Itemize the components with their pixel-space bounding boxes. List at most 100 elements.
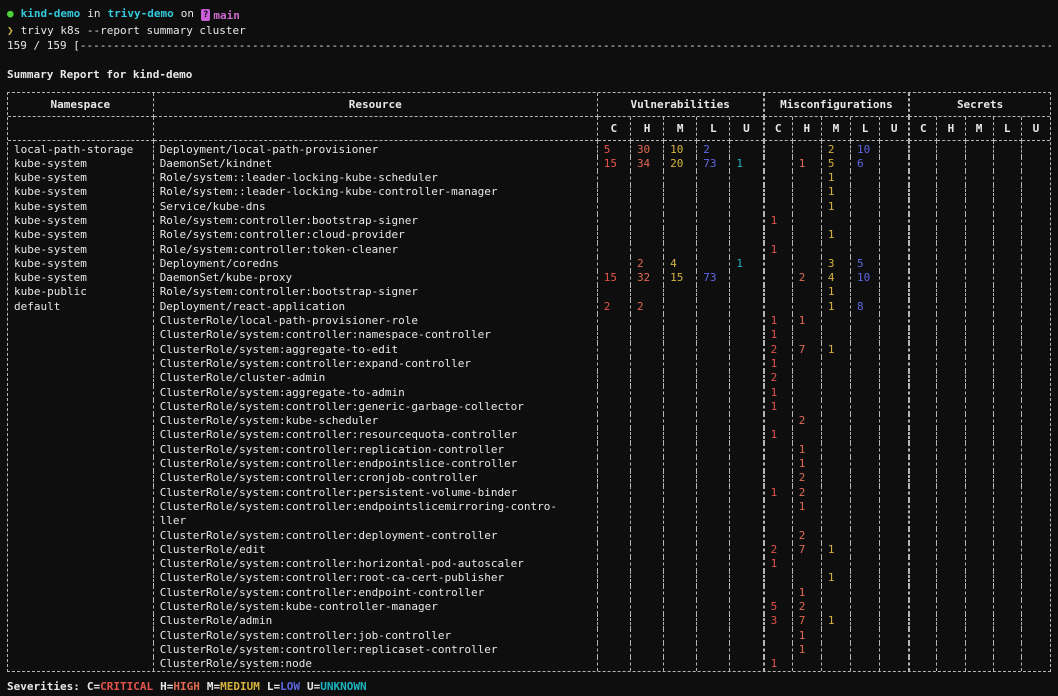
resource-cell: Role/system:controller:bootstrap-signer — [154, 214, 598, 228]
resource-cell: ClusterRole/system:controller:persistent… — [154, 486, 598, 500]
namespace-cell: kube-system — [8, 228, 154, 242]
resource-cell: ClusterRole/system:controller:endpoint-c… — [154, 586, 598, 600]
secrets-H-cell — [937, 543, 965, 557]
resource-cell: Deployment/coredns — [154, 257, 598, 271]
vulnerabilities-U-cell — [730, 314, 763, 328]
misconfigurations-M-cell: 5 — [822, 157, 851, 171]
secrets-C-cell — [909, 371, 937, 385]
progress-bar: ----------------------------------------… — [80, 38, 1051, 53]
secrets-C-cell — [909, 643, 937, 657]
vulnerabilities-C-cell — [598, 285, 631, 299]
table-row: kube-systemDaemonSet/kube-proxy153215732… — [8, 271, 1050, 285]
resource-cell: Role/system::leader-locking-kube-schedul… — [154, 171, 598, 185]
vulnerabilities-U-cell — [730, 471, 763, 485]
vulnerabilities-C-cell — [598, 543, 631, 557]
vulnerabilities-C-cell — [598, 386, 631, 400]
secrets-L-cell — [994, 614, 1022, 628]
vulnerabilities-C-cell — [598, 414, 631, 428]
vulnerabilities-C-cell: 2 — [598, 300, 631, 314]
secrets-H-cell — [937, 400, 965, 414]
severity-col-header-misconfigurations-H: H — [793, 117, 822, 141]
vulnerabilities-M-cell — [664, 443, 697, 457]
secrets-M-cell — [966, 643, 994, 657]
misconfigurations-M-cell — [822, 471, 851, 485]
misconfigurations-L-cell — [851, 557, 880, 571]
misconfigurations-U-cell — [880, 400, 909, 414]
on-word: on — [181, 6, 194, 21]
namespace-header: Namespace — [8, 93, 154, 117]
secrets-L-cell — [994, 529, 1022, 543]
misconfigurations-C-cell: 1 — [764, 400, 793, 414]
shell-prompt-line: ● kind-demo in trivy-demo on ? main — [7, 6, 1051, 23]
table-row: defaultDeployment/react-application2218 — [8, 300, 1050, 314]
secrets-H-cell — [937, 614, 965, 628]
vulnerabilities-U-cell: 1 — [730, 157, 763, 171]
vulnerabilities-M-cell — [664, 243, 697, 257]
legend-label: Severities: — [7, 679, 80, 694]
misconfigurations-C-cell — [764, 571, 793, 585]
misconfigurations-H-cell — [793, 243, 822, 257]
table-row: kube-systemDeployment/coredns24135 — [8, 257, 1050, 271]
secrets-M-cell — [966, 629, 994, 643]
vulnerabilities-L-cell — [697, 257, 730, 271]
misconfigurations-M-cell: 1 — [822, 171, 851, 185]
table-row: ClusterRole/system:controller:horizontal… — [8, 557, 1050, 571]
secrets-M-cell — [966, 243, 994, 257]
vulnerabilities-U-cell — [730, 571, 763, 585]
secrets-H-cell — [937, 214, 965, 228]
vulnerabilities-C-cell — [598, 371, 631, 385]
secrets-C-cell — [909, 243, 937, 257]
namespace-cell — [8, 529, 154, 543]
table-row: ClusterRole/system:controller:endpointsl… — [8, 457, 1050, 471]
misconfigurations-U-cell — [880, 157, 909, 171]
severity-col-header-vulnerabilities-H: H — [631, 117, 664, 141]
terminal[interactable]: ● kind-demo in trivy-demo on ? main ❯ tr… — [7, 6, 1051, 694]
misconfigurations-C-cell: 1 — [764, 657, 793, 671]
secrets-C-cell — [909, 571, 937, 585]
misconfigurations-M-cell — [822, 428, 851, 442]
git-branch: ? main — [201, 8, 240, 23]
vulnerabilities-L-cell — [697, 529, 730, 543]
resource-cell: ClusterRole/system:controller:cronjob-co… — [154, 471, 598, 485]
misconfigurations-C-cell — [764, 285, 793, 299]
misconfigurations-M-cell — [822, 457, 851, 471]
vulnerabilities-H-cell — [631, 428, 664, 442]
vulnerabilities-H-cell — [631, 643, 664, 657]
vulnerabilities-C-cell — [598, 228, 631, 242]
misconfigurations-M-cell: 1 — [822, 300, 851, 314]
secrets-C-cell — [909, 228, 937, 242]
secrets-U-cell — [1022, 657, 1050, 671]
misconfigurations-C-cell: 1 — [764, 428, 793, 442]
vulnerabilities-L-cell — [697, 343, 730, 357]
secrets-U-cell — [1022, 371, 1050, 385]
vulnerabilities-L-cell — [697, 643, 730, 657]
misconfigurations-L-cell — [851, 443, 880, 457]
namespace-cell — [8, 629, 154, 643]
secrets-U-cell — [1022, 357, 1050, 371]
namespace-cell — [8, 500, 154, 529]
secrets-H-cell — [937, 343, 965, 357]
misconfigurations-M-cell: 1 — [822, 343, 851, 357]
severity-col-header-secrets-L: L — [994, 117, 1022, 141]
table-row: kube-systemService/kube-dns1 — [8, 200, 1050, 214]
misconfigurations-L-cell — [851, 228, 880, 242]
misconfigurations-M-cell — [822, 328, 851, 342]
vulnerabilities-U-cell — [730, 657, 763, 671]
vulnerabilities-M-cell — [664, 657, 697, 671]
vulnerabilities-U-cell — [730, 600, 763, 614]
secrets-U-cell — [1022, 214, 1050, 228]
vulnerabilities-U-cell — [730, 271, 763, 285]
misconfigurations-L-cell — [851, 400, 880, 414]
legend-item-M: M=MEDIUM — [207, 679, 260, 694]
vulnerabilities-U-cell — [730, 400, 763, 414]
secrets-M-cell — [966, 386, 994, 400]
misconfigurations-M-cell: 3 — [822, 257, 851, 271]
report-title: Summary Report for kind-demo — [7, 67, 1051, 82]
vulnerabilities-M-cell — [664, 557, 697, 571]
vulnerabilities-M-cell — [664, 471, 697, 485]
secrets-M-cell — [966, 141, 994, 157]
secrets-M-cell — [966, 328, 994, 342]
vulnerabilities-C-cell — [598, 614, 631, 628]
misconfigurations-M-cell: 1 — [822, 200, 851, 214]
secrets-C-cell — [909, 214, 937, 228]
